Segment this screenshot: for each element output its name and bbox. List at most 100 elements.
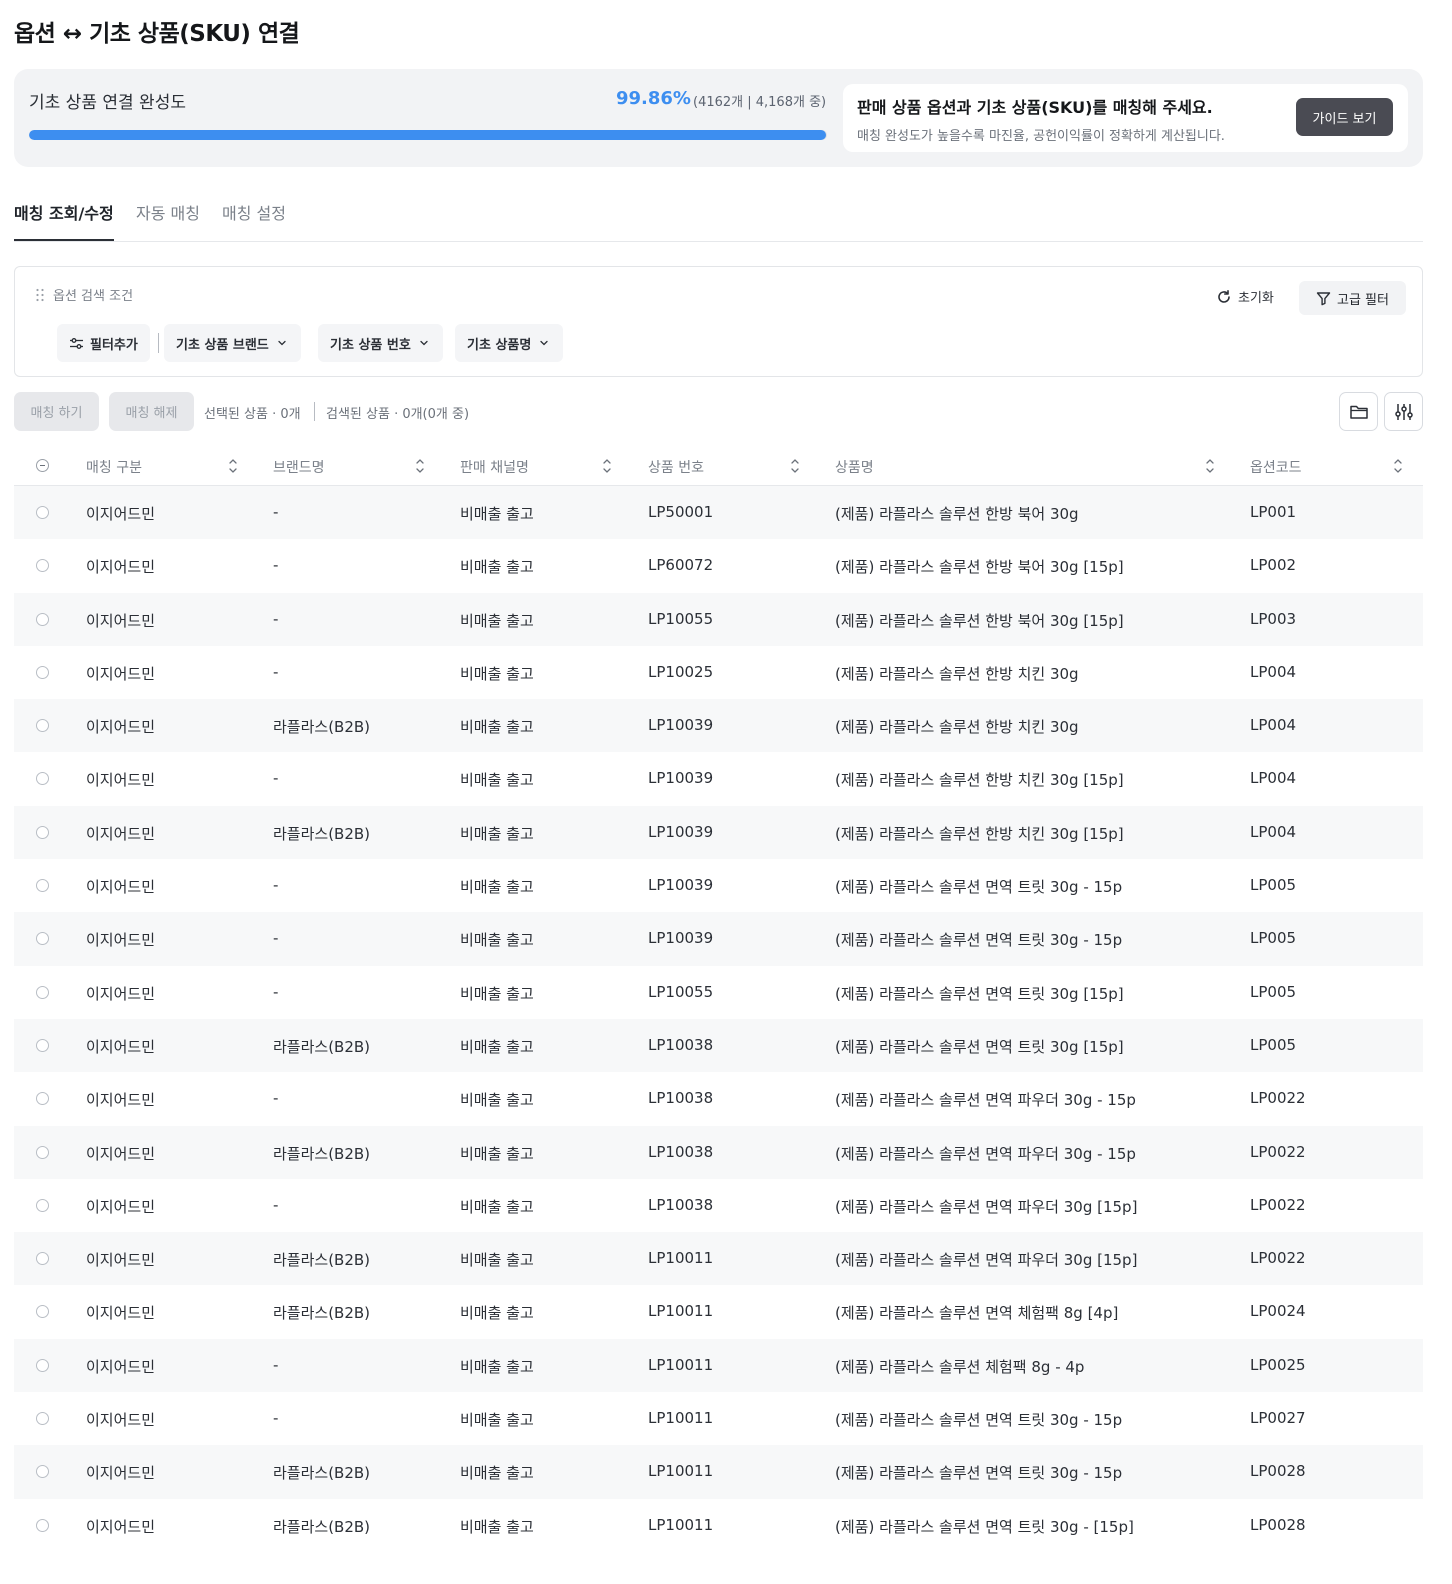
guide-title: 판매 상품 옵션과 기초 상품(SKU)를 매칭해 주세요. (857, 98, 1213, 117)
cell-channel: 비매출 출고 (460, 1091, 534, 1110)
cell-brand: 라플라스(B2B) (273, 1517, 371, 1536)
column-header-brand[interactable]: 브랜드명 (273, 457, 325, 477)
cell-brand: - (273, 1409, 279, 1428)
table-row[interactable]: 이지어드민 - 비매출 출고 LP10039 (제품) 라플라스 솔루션 면역 트릿 3… (14, 859, 1423, 912)
filter-chip-label: 기초 상품 브랜드 (176, 337, 269, 353)
cell-product-name: (제품) 라플라스 솔루션 한방 치킨 30g [15p] (835, 771, 1124, 790)
row-checkbox[interactable] (36, 1412, 49, 1426)
row-checkbox[interactable] (36, 1145, 49, 1159)
chevron-down-icon (540, 340, 548, 346)
cell-product-name: (제품) 라플라스 솔루션 한방 북어 30g (835, 505, 1079, 523)
cell-brand: - (273, 769, 279, 788)
reset-button[interactable]: 초기화 (1216, 287, 1274, 306)
table-row[interactable]: 이지어드민 라플라스(B2B) 비매출 출고 LP10011 (제품) 라플라스 솔루션… (14, 1285, 1423, 1338)
table-row[interactable]: 이지어드민 - 비매출 출고 LP10038 (제품) 라플라스 솔루션 면역 파우더 … (14, 1179, 1423, 1232)
cell-channel: 비매출 출고 (460, 1197, 534, 1216)
cell-option-code: LP002 (1250, 556, 1297, 575)
row-checkbox[interactable] (36, 1358, 49, 1372)
cell-option-code: LP0022 (1250, 1089, 1306, 1108)
cell-channel: 비매출 출고 (460, 931, 534, 950)
action-bar: 매칭 하기 매칭 해제 선택된 상품 · 0개 검색된 상품 · 0개(0개 중… (14, 392, 1423, 432)
table-body: 이지어드민 - 비매출 출고 LP50001 (제품) 라플라스 솔루션 한방 북어 3… (14, 486, 1423, 1552)
sort-icon[interactable] (790, 457, 800, 475)
cell-channel: 비매출 출고 (460, 824, 534, 843)
completion-progress-fill (29, 130, 826, 140)
advanced-filter-button[interactable]: 고급 필터 (1299, 281, 1406, 315)
match-button[interactable]: 매칭 하기 (14, 392, 99, 431)
table-row[interactable]: 이지어드민 - 비매출 출고 LP10055 (제품) 라플라스 솔루션 한방 북어 3… (14, 592, 1423, 646)
filter-chip-product-number[interactable]: 기초 상품 번호 (318, 324, 443, 362)
table-row[interactable]: 이지어드민 - 비매출 출고 LP10039 (제품) 라플라스 솔루션 한방 치킨 3… (14, 752, 1423, 805)
row-checkbox[interactable] (36, 985, 49, 999)
cell-channel: 비매출 출고 (460, 558, 534, 577)
filter-chip-product-name[interactable]: 기초 상품명 (455, 324, 564, 362)
cell-option-code: LP004 (1250, 662, 1297, 681)
table-row[interactable]: 이지어드민 라플라스(B2B) 비매출 출고 LP10039 (제품) 라플라스 솔루션… (14, 699, 1423, 753)
table-row[interactable]: 이지어드민 라플라스(B2B) 비매출 출고 LP10038 (제품) 라플라스 솔루션… (14, 1018, 1423, 1073)
row-checkbox[interactable] (36, 772, 49, 786)
cell-brand: - (273, 876, 279, 895)
row-checkbox[interactable] (36, 1092, 49, 1106)
table-row[interactable]: 이지어드민 라플라스(B2B) 비매출 출고 LP10011 (제품) 라플라스 솔루션… (14, 1232, 1423, 1286)
filter-chip-brand[interactable]: 기초 상품 브랜드 (164, 324, 301, 362)
table-row[interactable]: 이지어드민 - 비매출 출고 LP10011 (제품) 라플라스 솔루션 체험팩 8g … (14, 1338, 1423, 1393)
table-row[interactable]: 이지어드민 라플라스(B2B) 비매출 출고 LP10011 (제품) 라플라스 솔루션… (14, 1499, 1423, 1552)
column-settings-button[interactable] (1384, 392, 1423, 431)
row-checkbox[interactable] (36, 1252, 49, 1266)
cell-matching-type: 이지어드민 (86, 1144, 156, 1163)
cell-product-name: (제품) 라플라스 솔루션 면역 트릿 30g - 15p (835, 1464, 1123, 1483)
column-header-matching-type[interactable]: 매칭 구분 (86, 457, 142, 477)
search-conditions-panel: 옵션 검색 조건 초기화 고급 필터 필터추가 기초 상품 브랜드 기초 상품 … (14, 266, 1423, 377)
cell-brand: - (273, 929, 279, 948)
cell-product-name: (제품) 라플라스 솔루션 한방 치킨 30g [15p] (835, 824, 1124, 843)
sort-icon[interactable] (415, 457, 425, 475)
column-header-channel[interactable]: 판매 채널명 (460, 457, 529, 477)
row-checkbox[interactable] (36, 932, 49, 946)
table-row[interactable]: 이지어드민 라플라스(B2B) 비매출 출고 LP10011 (제품) 라플라스 솔루션… (14, 1445, 1423, 1499)
cell-channel: 비매출 출고 (460, 1251, 534, 1270)
unmatch-button[interactable]: 매칭 해제 (109, 392, 194, 431)
table-row[interactable]: 이지어드민 - 비매출 출고 LP10038 (제품) 라플라스 솔루션 면역 파우더 … (14, 1072, 1423, 1125)
row-checkbox[interactable] (36, 1518, 49, 1532)
column-header-option-code[interactable]: 옵션코드 (1250, 457, 1302, 477)
tab-matching-settings[interactable]: 매칭 설정 (222, 200, 286, 241)
sort-icon[interactable] (228, 457, 238, 475)
table-row[interactable]: 이지어드민 - 비매출 출고 LP50001 (제품) 라플라스 솔루션 한방 북어 3… (14, 486, 1423, 540)
tab-auto-matching[interactable]: 자동 매칭 (136, 200, 200, 241)
select-all-checkbox[interactable] (36, 459, 49, 472)
row-checkbox[interactable] (36, 612, 49, 626)
table-row[interactable]: 이지어드민 - 비매출 출고 LP10025 (제품) 라플라스 솔루션 한방 치킨 3… (14, 646, 1423, 699)
guide-description: 매칭 완성도가 높을수록 마진율, 공헌이익률이 정확하게 계산됩니다. (857, 129, 1225, 144)
drag-handle-icon[interactable] (35, 288, 45, 302)
table-row[interactable]: 이지어드민 라플라스(B2B) 비매출 출고 LP10039 (제품) 라플라스 솔루션… (14, 805, 1423, 860)
cell-channel: 비매출 출고 (460, 771, 534, 790)
row-checkbox[interactable] (36, 559, 49, 573)
row-checkbox[interactable] (36, 1305, 49, 1319)
add-filter-button[interactable]: 필터추가 (57, 324, 150, 362)
row-checkbox[interactable] (36, 825, 49, 839)
tab-matching-view[interactable]: 매칭 조회/수정 (14, 200, 114, 241)
table-row[interactable]: 이지어드민 - 비매출 출고 LP10055 (제품) 라플라스 솔루션 면역 트릿 3… (14, 966, 1423, 1019)
row-checkbox[interactable] (36, 719, 49, 733)
table-row[interactable]: 이지어드민 라플라스(B2B) 비매출 출고 LP10038 (제품) 라플라스 솔루션… (14, 1125, 1423, 1179)
sort-icon[interactable] (602, 457, 612, 475)
row-checkbox[interactable] (36, 665, 49, 679)
row-checkbox[interactable] (36, 1198, 49, 1212)
row-checkbox[interactable] (36, 1038, 49, 1052)
advanced-filter-label: 고급 필터 (1337, 292, 1389, 308)
row-checkbox[interactable] (36, 879, 49, 893)
sort-icon[interactable] (1205, 457, 1215, 475)
cell-channel: 비매출 출고 (460, 1517, 534, 1536)
table-row[interactable]: 이지어드민 - 비매출 출고 LP10039 (제품) 라플라스 솔루션 면역 트릿 3… (14, 912, 1423, 966)
table-row[interactable]: 이지어드민 - 비매출 출고 LP10011 (제품) 라플라스 솔루션 면역 트릿 3… (14, 1392, 1423, 1445)
row-checkbox[interactable] (36, 1465, 49, 1479)
folder-button[interactable] (1339, 392, 1378, 431)
cell-brand: - (273, 662, 279, 681)
sort-icon[interactable] (1393, 457, 1403, 475)
guide-button[interactable]: 가이드 보기 (1296, 98, 1393, 136)
column-header-product-number[interactable]: 상품 번호 (648, 457, 704, 477)
table-row[interactable]: 이지어드민 - 비매출 출고 LP60072 (제품) 라플라스 솔루션 한방 북어 3… (14, 539, 1423, 592)
column-header-product-name[interactable]: 상품명 (835, 457, 874, 477)
row-checkbox[interactable] (36, 506, 49, 519)
cell-brand: - (273, 556, 279, 575)
